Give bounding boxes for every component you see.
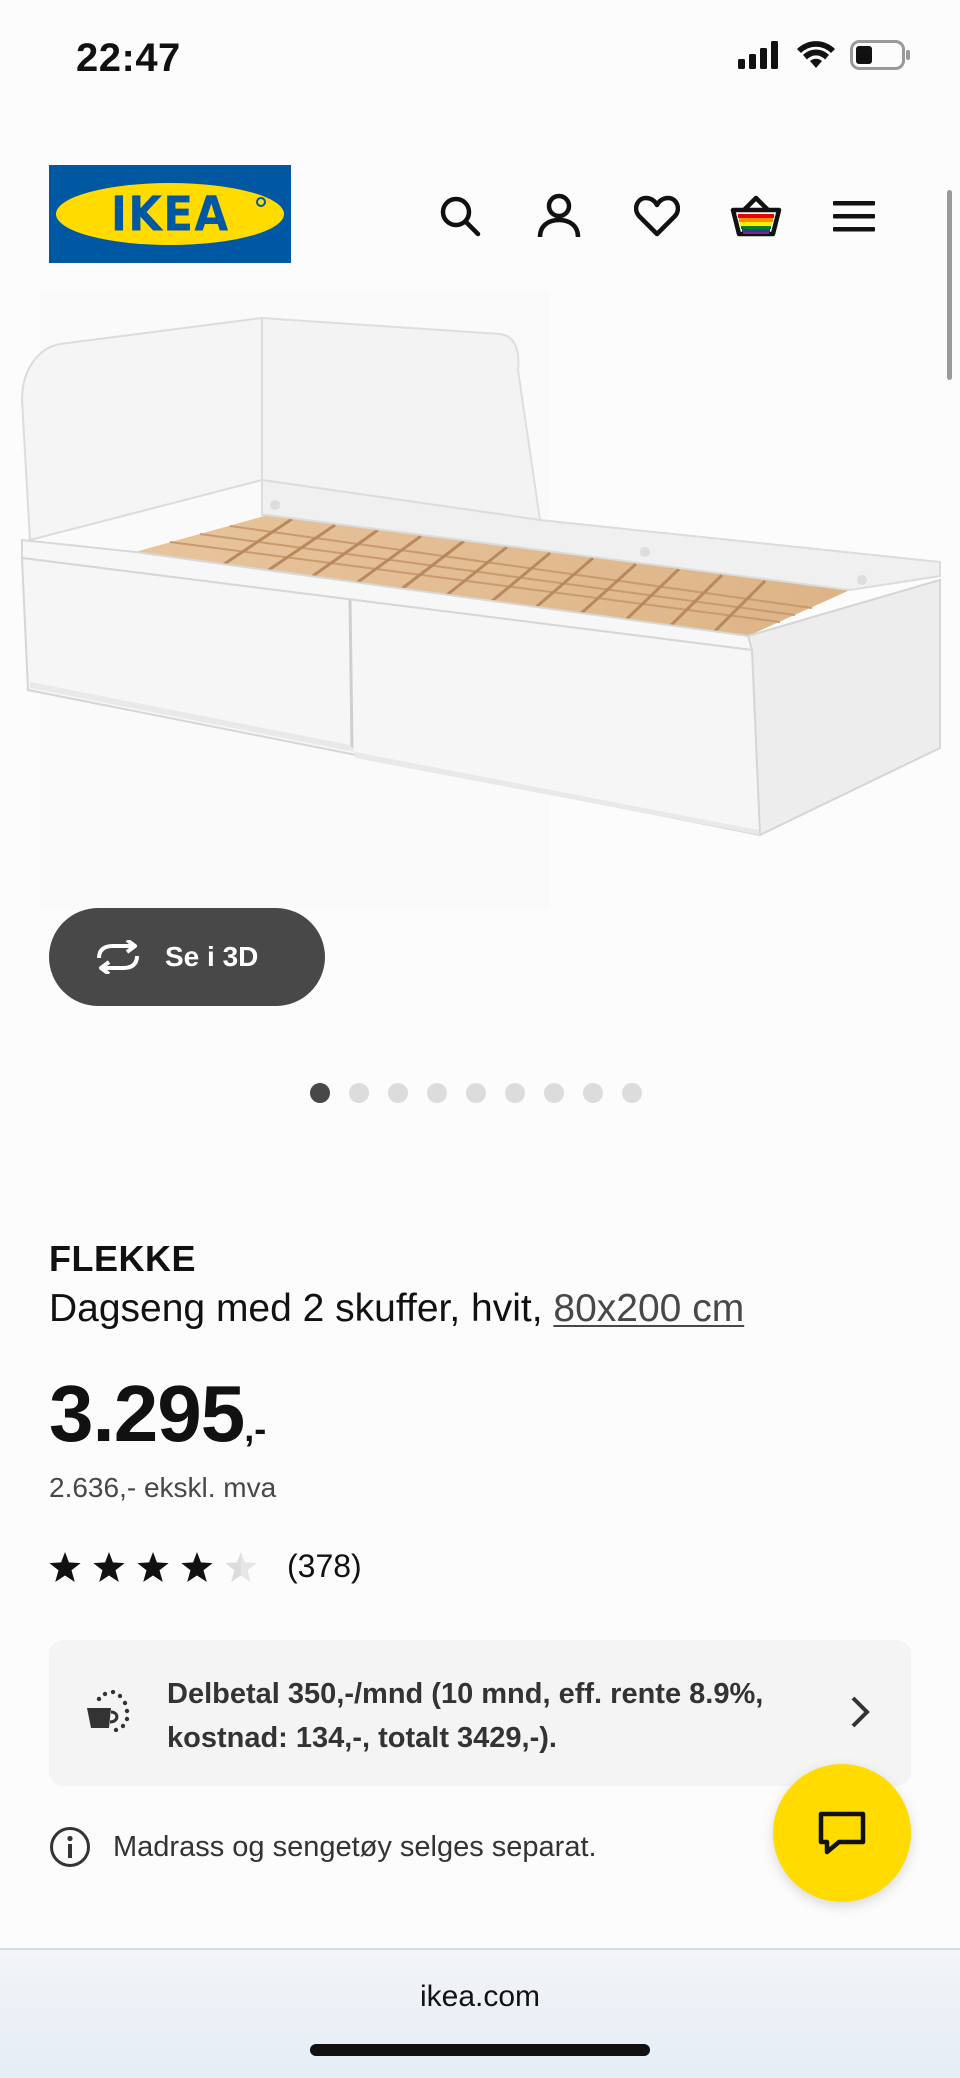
search-button[interactable] <box>430 186 490 246</box>
cellular-signal-icon <box>738 41 778 69</box>
carousel-dot[interactable] <box>427 1083 447 1103</box>
product-image[interactable] <box>0 290 960 910</box>
rotate-3d-icon <box>97 940 139 974</box>
daybed-image <box>20 290 941 910</box>
star-filled-icon <box>181 1551 213 1582</box>
view-3d-label: Se i 3D <box>165 941 259 972</box>
product-rating[interactable]: (378) <box>49 1548 362 1585</box>
registered-mark-icon <box>256 197 266 207</box>
star-filled-icon <box>49 1551 81 1582</box>
site-header: IKEA <box>0 160 960 270</box>
heart-icon <box>634 195 680 237</box>
view-3d-button[interactable]: Se i 3D <box>49 908 325 1006</box>
carousel-dot[interactable] <box>505 1083 525 1103</box>
carousel-dot[interactable] <box>544 1083 564 1103</box>
info-note: Madrass og sengetøy selges separat. <box>49 1826 597 1868</box>
product-price: 3.295 ,- <box>49 1368 266 1460</box>
price-excl-vat: 2.636,- ekskl. mva <box>49 1472 277 1503</box>
star-empty-icon <box>225 1551 257 1582</box>
browser-url[interactable]: ikea.com <box>0 1980 960 2014</box>
carousel-dot[interactable] <box>388 1083 408 1103</box>
carousel-dot[interactable] <box>310 1083 330 1103</box>
chat-icon <box>818 1811 866 1855</box>
ikea-logo[interactable]: IKEA <box>49 165 291 263</box>
status-bar: 22:47 <box>0 0 960 120</box>
carousel-dot[interactable] <box>622 1083 642 1103</box>
price-suffix: ,- <box>244 1408 267 1449</box>
installment-icon <box>87 1690 130 1732</box>
product-size-link[interactable]: 80x200 cm <box>553 1287 744 1330</box>
user-icon <box>537 193 581 238</box>
logo-oval: IKEA <box>56 183 284 245</box>
menu-button[interactable] <box>824 186 884 246</box>
info-note-text: Madrass og sengetøy selges separat. <box>113 1830 597 1863</box>
chat-button[interactable] <box>773 1764 911 1902</box>
image-carousel-dots <box>310 1083 642 1103</box>
carousel-dot[interactable] <box>583 1083 603 1103</box>
installment-offer[interactable]: Delbetal 350,-/mnd (10 mnd, eff. rente 8… <box>49 1640 911 1786</box>
battery-icon <box>850 40 910 70</box>
product-description: Dagseng med 2 skuffer, hvit, 80x200 cm <box>49 1287 744 1331</box>
rating-count: (378) <box>287 1548 362 1584</box>
product-description-text: Dagseng med 2 skuffer, hvit, <box>49 1287 543 1330</box>
status-icons <box>738 40 912 70</box>
carousel-dot[interactable] <box>466 1083 486 1103</box>
hamburger-menu-icon <box>833 201 875 232</box>
star-filled-icon <box>93 1551 125 1582</box>
installment-text: Delbetal 350,-/mnd (10 mnd, eff. rente 8… <box>167 1678 764 1754</box>
account-button[interactable] <box>529 186 589 246</box>
shopping-bag-icon <box>730 195 782 237</box>
chevron-right-icon <box>851 1696 870 1728</box>
search-icon <box>440 196 481 237</box>
info-icon <box>50 1827 90 1867</box>
star-filled-icon <box>137 1551 169 1582</box>
wifi-icon <box>797 41 835 68</box>
status-time: 22:47 <box>76 36 181 80</box>
favourites-button[interactable] <box>627 186 687 246</box>
product-name: FLEKKE <box>49 1238 196 1279</box>
cart-button[interactable] <box>726 186 786 246</box>
home-indicator[interactable] <box>310 2044 650 2056</box>
logo-text: IKEA <box>110 185 230 243</box>
price-amount: 3.295 <box>49 1369 245 1458</box>
browser-bar[interactable]: ikea.com <box>0 1948 960 2078</box>
carousel-dot[interactable] <box>349 1083 369 1103</box>
